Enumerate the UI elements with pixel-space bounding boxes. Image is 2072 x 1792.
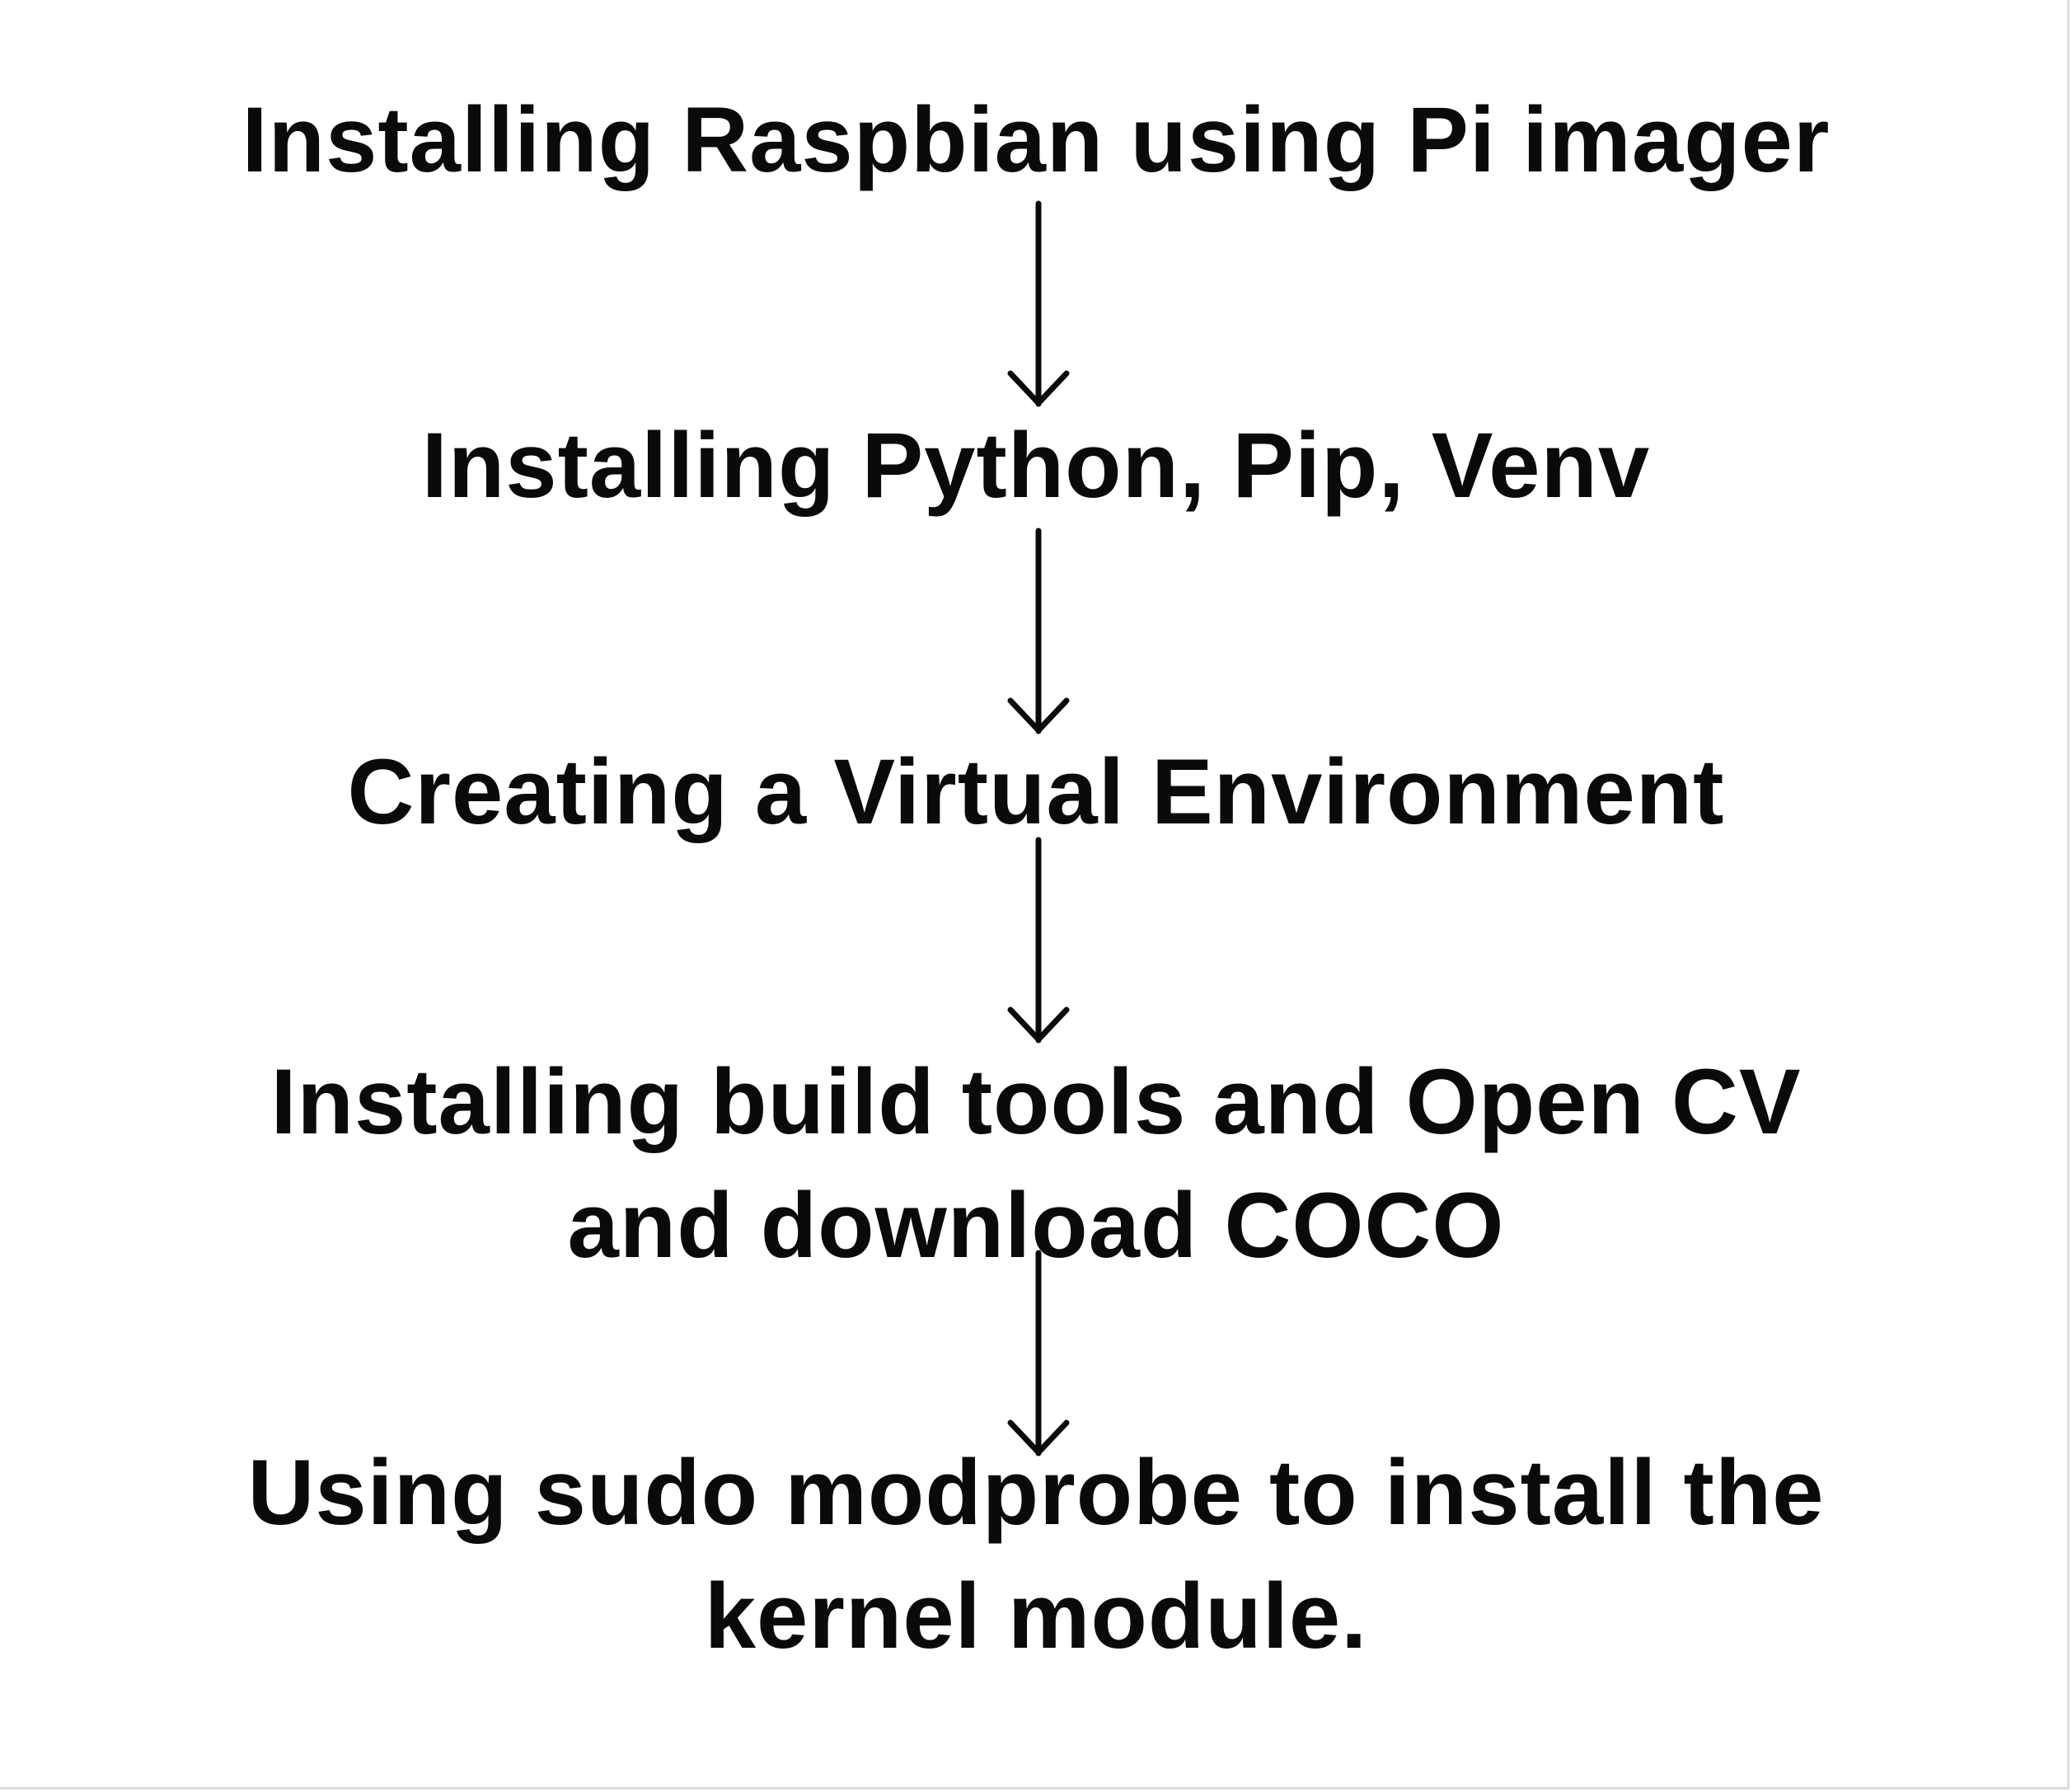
- flow-step-install-opencv: Installing build tools and Open CV and d…: [49, 1040, 2023, 1288]
- flow-step-create-venv: Creating a Virtual Environment: [49, 730, 2023, 854]
- step-text: Creating a Virtual Environment: [347, 740, 1725, 843]
- step-text-line-2: kernel module.: [704, 1564, 1368, 1668]
- down-arrow-icon: [1007, 837, 1070, 1044]
- flow-step-modprobe: Using sudo modprobe to install the kerne…: [49, 1431, 2023, 1678]
- flow-step-install-python: Installing Python, Pip, Venv: [49, 404, 2023, 528]
- down-arrow-icon: [1007, 200, 1070, 407]
- step-text: Installing Python, Pip, Venv: [421, 414, 1651, 517]
- step-text-line-1: Using sudo modprobe to install the: [247, 1441, 1825, 1544]
- flow-step-install-raspbian: Installing Raspbian using Pi imager: [49, 78, 2023, 202]
- down-arrow-icon: [1007, 1250, 1070, 1457]
- down-arrow-icon: [1007, 528, 1070, 734]
- step-text-line-1: Installing build tools and Open CV: [270, 1050, 1802, 1153]
- diagram-canvas: Installing Raspbian using Pi imager Inst…: [0, 0, 2070, 1790]
- step-text: Installing Raspbian using Pi imager: [241, 88, 1831, 191]
